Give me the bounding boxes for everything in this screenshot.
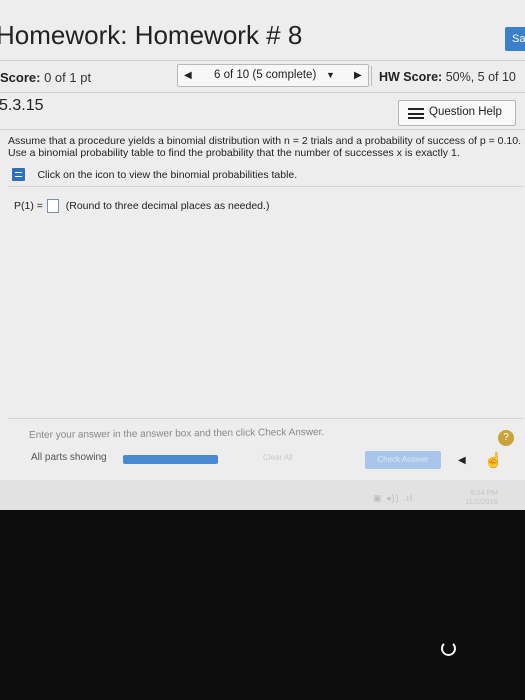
clock-date: 11/2/2016 [465, 497, 498, 506]
page-title: Homework: Homework # 8 [0, 20, 303, 50]
homework-score: HW Score: 50%, 5 of 10 [379, 70, 516, 84]
previous-arrow-icon[interactable]: ◀ [458, 455, 466, 466]
check-answer-button[interactable]: Check Answer [365, 451, 441, 469]
help-icon[interactable]: ? [498, 430, 514, 446]
question-position: 6 of 10 (5 complete) [214, 69, 317, 81]
divider [8, 186, 523, 187]
clock-time: 9:24 PM [470, 488, 498, 497]
taskbar-clock: 9:24 PM 11/2/2016 [453, 488, 498, 506]
taskbar [0, 480, 525, 510]
divider [371, 66, 372, 86]
rounding-note: (Round to three decimal places as needed… [65, 200, 270, 212]
divider [0, 92, 525, 93]
power-icon [441, 641, 456, 656]
instruction-text: Enter your answer in the answer box and … [28, 426, 325, 441]
score-bar: Score: 0 of 1 pt ◀ 6 of 10 (5 complete) … [0, 64, 525, 90]
divider [0, 129, 525, 130]
browser-screen: Homework: Homework # 8 Sa Score: 0 of 1 … [0, 0, 525, 510]
chevron-down-icon[interactable]: ▼ [326, 70, 335, 80]
question-score: Score: 0 of 1 pt [0, 70, 91, 85]
hand-pointer-icon: ☝ [484, 452, 503, 469]
question-text: Assume that a procedure yields a binomia… [8, 135, 525, 159]
table-link-text: Click on the icon to view the binomial p… [37, 168, 298, 181]
list-icon [408, 108, 424, 119]
progress-bar [123, 455, 218, 464]
binomial-table-link[interactable]: Click on the icon to view the binomial p… [12, 166, 298, 182]
previous-question-icon[interactable]: ◀ [184, 70, 192, 81]
answer-row: P(1) = (Round to three decimal places as… [14, 199, 269, 213]
parts-showing-label: All parts showing [31, 452, 107, 463]
system-tray-icons: ▣ ◂)) .ıl [373, 493, 414, 503]
score-label: Score: [0, 70, 41, 85]
answer-label: P(1) = [14, 200, 43, 212]
save-button[interactable]: Sa [505, 27, 525, 51]
next-question-icon[interactable]: ▶ [354, 70, 362, 81]
score-value: 0 of 1 pt [44, 70, 92, 85]
table-icon[interactable] [12, 168, 25, 182]
clear-all-button[interactable]: Clear All [263, 453, 293, 462]
question-help-label: Question Help [429, 106, 502, 118]
hw-score-label: HW Score: [379, 70, 443, 84]
answer-input[interactable] [46, 199, 59, 213]
hw-score-value: 50%, 5 of 10 [445, 70, 516, 84]
divider [8, 418, 523, 419]
question-line-1: Assume that a procedure yields a binomia… [8, 135, 522, 147]
question-navigator[interactable]: ◀ 6 of 10 (5 complete) ▼ ▶ [177, 64, 369, 87]
question-line-2: Use a binomial probability table to find… [8, 147, 460, 159]
divider [0, 60, 525, 61]
question-help-button[interactable]: Question Help [398, 100, 516, 126]
question-number: 5.3.15 [0, 97, 44, 114]
